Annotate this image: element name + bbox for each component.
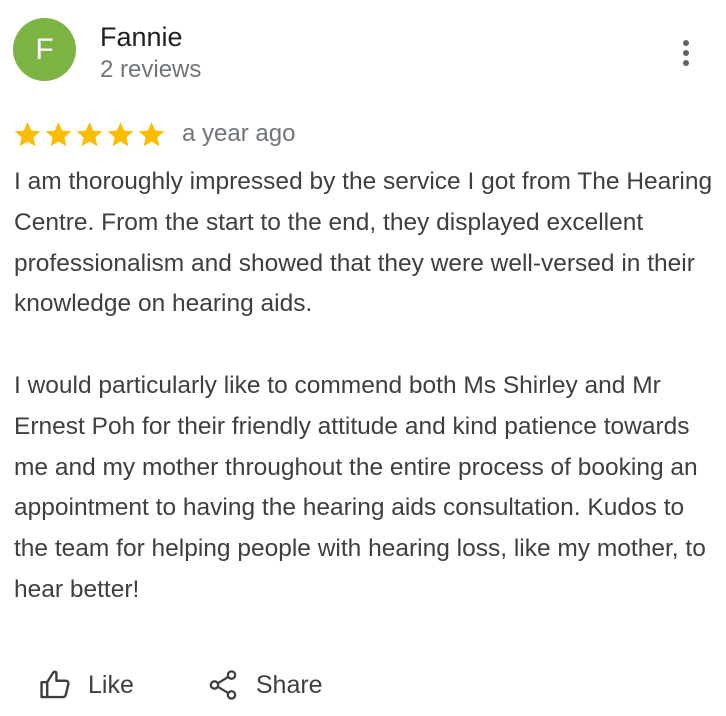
- review-text: I am thoroughly impressed by the service…: [14, 168, 713, 603]
- stars: [13, 120, 166, 149]
- author-name[interactable]: Fannie: [100, 20, 183, 54]
- more-options-button[interactable]: [670, 35, 702, 71]
- share-button[interactable]: Share: [206, 664, 323, 706]
- more-vert-icon-dot: [683, 50, 689, 56]
- author-review-count[interactable]: 2 reviews: [100, 55, 201, 85]
- more-vert-icon: [683, 40, 689, 46]
- avatar-initial: F: [35, 32, 54, 66]
- star-icon: [76, 121, 103, 146]
- more-vert-icon-dot: [683, 60, 689, 66]
- star-icon: [107, 121, 134, 146]
- star-rating: a year ago: [13, 118, 295, 150]
- share-label: Share: [255, 670, 323, 699]
- star-icon: [14, 121, 41, 146]
- like-button[interactable]: Like: [38, 664, 134, 706]
- star-icon: [45, 121, 72, 146]
- avatar[interactable]: F: [13, 18, 76, 81]
- star-icon: [138, 121, 165, 146]
- review-date: a year ago: [182, 120, 296, 147]
- review-actions: Like Share: [38, 664, 323, 706]
- review-card: F Fannie 2 reviews a year ago I am thoro…: [0, 0, 726, 716]
- share-icon: [209, 670, 237, 700]
- thumb-up-icon: [40, 670, 70, 699]
- like-label: Like: [88, 670, 134, 699]
